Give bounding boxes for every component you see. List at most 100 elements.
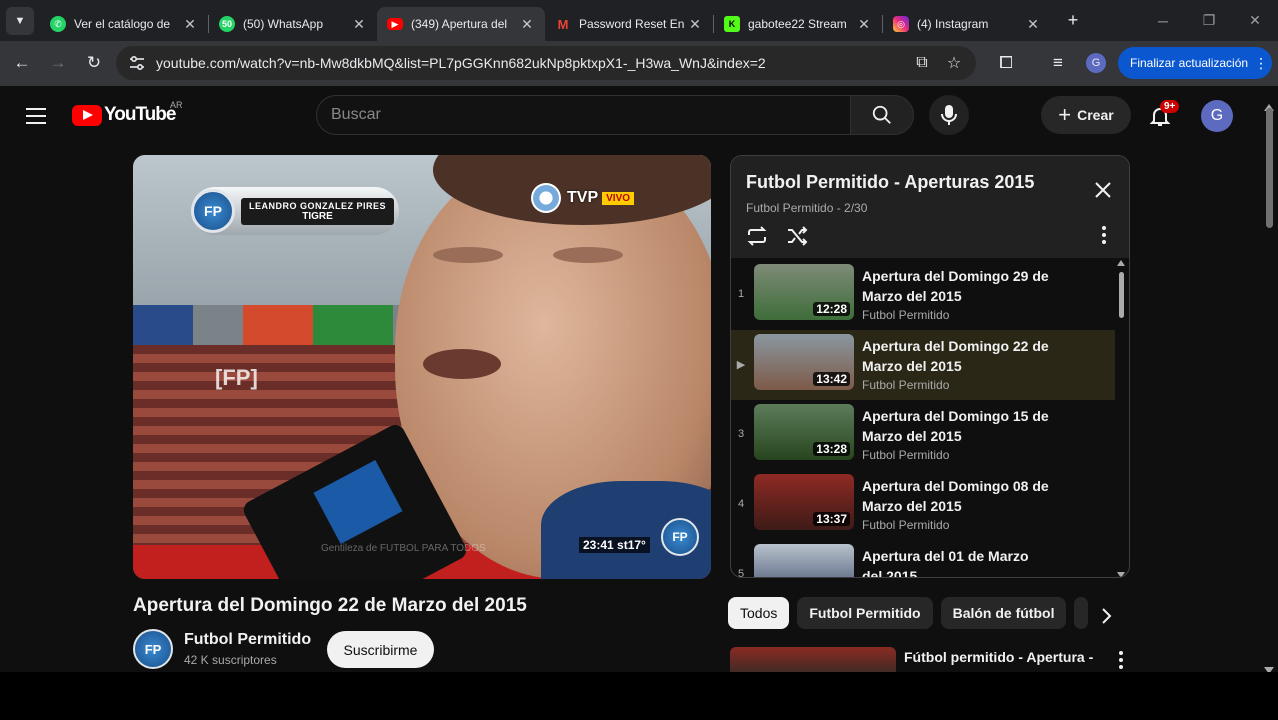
- playlist-item-index: 1: [737, 288, 745, 300]
- related-video-title[interactable]: Fútbol permitido - Apertura -: [904, 649, 1093, 665]
- page-scrollbar-thumb[interactable]: [1266, 108, 1273, 228]
- site-info-icon[interactable]: [128, 55, 146, 71]
- channel-avatar[interactable]: FP: [133, 629, 173, 669]
- whatsapp-business-icon: 50: [219, 16, 235, 32]
- playlist-item-title: Apertura del Domingo 15 de Marzo del 201…: [862, 408, 1049, 444]
- video-frame-ad-board: [243, 305, 313, 349]
- plus-icon: +: [1067, 10, 1079, 30]
- related-video-thumbnail[interactable]: [730, 647, 896, 672]
- new-tab-button[interactable]: +: [1059, 10, 1087, 31]
- playlist-item-index: 3: [737, 428, 745, 440]
- playlist-item[interactable]: 5 Apertura del 01 de Marzo del 2015: [731, 540, 1115, 578]
- voice-search-button[interactable]: [929, 95, 969, 135]
- playlist-item-title: Apertura del Domingo 22 de Marzo del 201…: [862, 338, 1049, 374]
- close-tab-icon[interactable]: ✕: [856, 16, 872, 33]
- chevron-down-icon: ▼: [14, 14, 26, 27]
- browser-tab[interactable]: M Password Reset En ✕: [545, 7, 713, 41]
- profile-avatar: G: [1086, 53, 1106, 73]
- close-tab-icon[interactable]: ✕: [1025, 16, 1041, 33]
- video-frame-ad-board: [313, 305, 393, 349]
- video-player[interactable]: [FP] FP LEANDRO GONZALEZ PIRES TIGRE TVP…: [133, 155, 711, 579]
- forward-button[interactable]: →: [40, 45, 76, 81]
- playlist-item-active[interactable]: ▶ 13:42 Apertura del Domingo 22 de Marzo…: [731, 330, 1115, 400]
- browser-tab[interactable]: ◎ (4) Instagram ✕: [883, 7, 1051, 41]
- chip-all[interactable]: Todos: [728, 597, 790, 629]
- search-button[interactable]: [850, 95, 914, 135]
- youtube-wordmark: YouTube: [104, 104, 176, 125]
- arrow-right-icon: →: [49, 53, 67, 72]
- playlist-item-index: 4: [737, 498, 745, 510]
- minimize-button[interactable]: ─: [1140, 0, 1186, 41]
- loop-icon[interactable]: [745, 224, 769, 248]
- channel-name[interactable]: Futbol Permitido: [184, 631, 311, 649]
- playlist-item-index: 5: [737, 568, 745, 578]
- create-button[interactable]: + Crear: [1041, 96, 1131, 134]
- chip-topic[interactable]: Balón de fútbol: [940, 597, 1067, 629]
- update-browser-button[interactable]: Finalizar actualización ⋮: [1118, 47, 1272, 79]
- subscribe-button[interactable]: Suscribirme: [327, 631, 434, 668]
- search-input[interactable]: Buscar: [316, 95, 850, 135]
- address-bar[interactable]: youtube.com/watch?v=nb-Mw8dkbMQ&list=PL7…: [116, 46, 976, 80]
- close-tab-icon[interactable]: ✕: [519, 16, 535, 33]
- playlist-item-channel: Futbol Permitido: [862, 378, 950, 392]
- playlist-item-title: Apertura del Domingo 29 de Marzo del 201…: [862, 268, 1049, 304]
- close-window-button[interactable]: ✕: [1232, 0, 1278, 41]
- tab-title: (50) WhatsApp: [243, 17, 324, 31]
- video-watermark-fp: [FP]: [215, 365, 258, 390]
- fp-logo: FP: [191, 189, 235, 233]
- account-avatar[interactable]: G: [1201, 100, 1233, 132]
- cast-icon[interactable]: ⧉: [912, 53, 932, 73]
- url-text: youtube.com/watch?v=nb-Mw8dkbMQ&list=PL7…: [156, 55, 766, 71]
- playlist-item[interactable]: 3 13:28 Apertura del Domingo 15 de Marzo…: [731, 400, 1115, 470]
- bookmark-star-icon[interactable]: ☆: [944, 53, 964, 73]
- gmail-icon: M: [557, 16, 569, 32]
- more-vertical-icon[interactable]: [1118, 651, 1124, 671]
- video-thumbnail: 13:28: [754, 404, 854, 460]
- browser-tab-strip: ▼ ✆ Ver el catálogo de ✕ 50 (50) WhatsAp…: [0, 0, 1278, 41]
- browser-tab[interactable]: K gabotee22 Stream ✕: [714, 7, 882, 41]
- chip-partial[interactable]: [1074, 597, 1089, 629]
- back-button[interactable]: ←: [4, 45, 40, 81]
- close-icon[interactable]: [1093, 180, 1113, 200]
- chip-channel[interactable]: Futbol Permitido: [797, 597, 933, 629]
- close-tab-icon[interactable]: ✕: [351, 16, 367, 33]
- media-control-button[interactable]: ≡: [1040, 45, 1076, 81]
- playlist-item-title: Apertura del 01 de Marzo del 2015: [862, 548, 1029, 578]
- create-label: Crear: [1077, 107, 1114, 123]
- profile-button[interactable]: G: [1078, 45, 1114, 81]
- argentina-flag-icon: [531, 183, 561, 213]
- search-placeholder: Buscar: [331, 106, 381, 123]
- reload-button[interactable]: ↻: [76, 45, 112, 81]
- playlist-item[interactable]: 1 12:28 Apertura del Domingo 29 de Marzo…: [731, 260, 1115, 330]
- browser-tab-active[interactable]: ▶ (349) Apertura del ✕: [377, 7, 545, 41]
- video-lower-third: FP LEANDRO GONZALEZ PIRES TIGRE: [191, 187, 399, 235]
- tab-title: Password Reset En: [579, 17, 685, 31]
- playlist-item-channel: Futbol Permitido: [862, 308, 950, 322]
- extensions-button[interactable]: ⧠: [988, 45, 1024, 81]
- playlist-scrollbar-thumb[interactable]: [1119, 272, 1124, 318]
- playlist-title[interactable]: Futbol Permitido - Aperturas 2015: [746, 172, 1034, 193]
- video-duration: 12:28: [813, 302, 850, 316]
- shuffle-icon[interactable]: [785, 224, 809, 248]
- video-frame-eye: [433, 247, 503, 263]
- chevron-right-icon[interactable]: [1094, 604, 1118, 628]
- browser-tab[interactable]: 50 (50) WhatsApp ✕: [209, 7, 377, 41]
- more-vertical-icon[interactable]: [1101, 226, 1107, 246]
- close-tab-icon[interactable]: ✕: [687, 16, 703, 33]
- playlist-panel: Futbol Permitido - Aperturas 2015 Futbol…: [730, 155, 1130, 578]
- microphone-icon: [941, 105, 957, 125]
- playlist-item[interactable]: 4 13:37 Apertura del Domingo 08 de Marzo…: [731, 470, 1115, 540]
- restore-button[interactable]: ❐: [1186, 0, 1232, 41]
- close-tab-icon[interactable]: ✕: [182, 16, 198, 33]
- tab-search-button[interactable]: ▼: [6, 6, 34, 35]
- player-club: TIGRE: [302, 210, 333, 222]
- plus-icon: +: [1058, 102, 1072, 127]
- youtube-icon: ▶: [387, 18, 403, 30]
- video-duration: 13:28: [813, 442, 850, 456]
- playlist-item-channel: Futbol Permitido: [862, 518, 950, 532]
- video-thumbnail: 13:37: [754, 474, 854, 530]
- menu-icon[interactable]: [26, 108, 46, 124]
- youtube-logo[interactable]: YouTube AR: [72, 100, 183, 126]
- browser-tab[interactable]: ✆ Ver el catálogo de ✕: [40, 7, 208, 41]
- instagram-icon: ◎: [893, 16, 909, 32]
